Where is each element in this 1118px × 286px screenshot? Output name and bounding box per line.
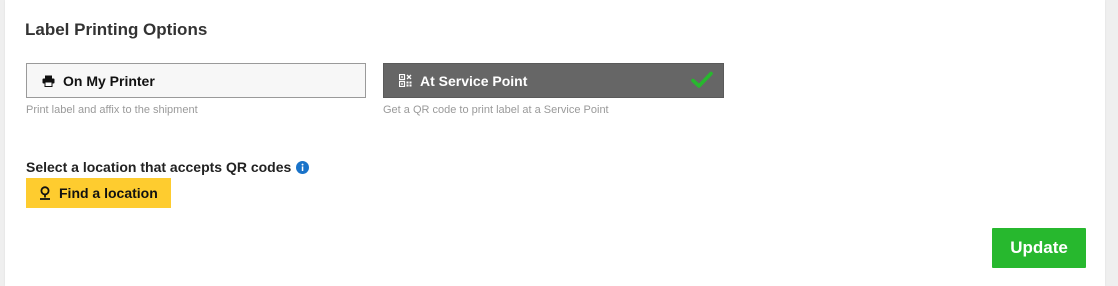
find-location-label: Find a location [59,185,158,201]
find-location-button[interactable]: Find a location [26,178,171,208]
printer-icon [41,74,55,88]
location-prompt-text: Select a location that accepts QR codes [26,159,292,175]
location-prompt: Select a location that accepts QR codes [26,159,310,175]
option-hint: Get a QR code to print label at a Servic… [383,104,609,116]
update-button[interactable]: Update [992,228,1086,268]
option-on-my-printer[interactable]: On My Printer [26,63,366,98]
checkmark-icon [691,71,713,89]
info-icon[interactable] [296,160,310,174]
option-label: At Service Point [420,72,528,89]
section-title: Label Printing Options [25,20,208,39]
option-label: On My Printer [63,72,155,89]
option-at-service-point[interactable]: At Service Point [383,63,724,98]
qr-code-icon [398,74,412,88]
map-pin-icon [39,186,51,200]
label-printing-panel: Label Printing Options On My Printer Pri… [5,0,1105,286]
option-hint: Print label and affix to the shipment [26,104,198,116]
